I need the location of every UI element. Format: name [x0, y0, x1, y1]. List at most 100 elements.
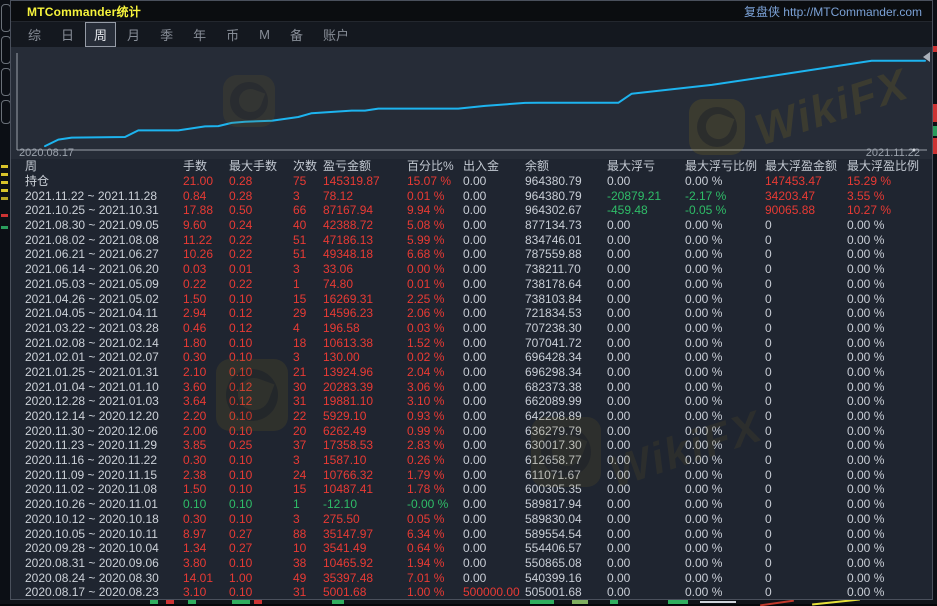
table-row[interactable]: 2021.04.05 ~ 2021.04.112.940.122914596.2… — [11, 306, 932, 321]
table-cell: 0.00 — [607, 453, 685, 468]
table-row[interactable]: 2020.12.14 ~ 2020.12.202.200.10225929.10… — [11, 409, 932, 424]
table-cell: 0 — [765, 541, 847, 556]
table-row[interactable]: 2020.11.02 ~ 2020.11.081.500.101510487.4… — [11, 482, 932, 497]
menu-tab-币[interactable]: 币 — [217, 22, 248, 47]
table-row[interactable]: 2020.11.09 ~ 2020.11.152.380.102410766.3… — [11, 468, 932, 483]
table-cell: 145319.87 — [323, 174, 407, 189]
table-cell: 0.22 — [229, 277, 293, 292]
table-row[interactable]: 2021.10.25 ~ 2021.10.3117.880.506687167.… — [11, 203, 932, 218]
table-row[interactable]: 2021.05.03 ~ 2021.05.090.220.22174.800.0… — [11, 277, 932, 292]
table-cell: 75 — [293, 174, 323, 189]
table-cell: 0.00 % — [847, 218, 932, 233]
table-cell: 0.00 % — [685, 527, 765, 542]
table-cell: 0 — [765, 306, 847, 321]
table-cell: 0.00 % — [685, 218, 765, 233]
table-header-row: 周手数最大手数次数盈亏金额百分比%出入金余额最大浮亏最大浮亏比例最大浮盈金额最大… — [11, 159, 932, 174]
table-cell: 0.00 % — [685, 541, 765, 556]
table-row[interactable]: 持仓21.000.2875145319.8715.07 %0.00964380.… — [11, 174, 932, 189]
table-row[interactable]: 2021.08.02 ~ 2021.08.0811.220.225147186.… — [11, 233, 932, 248]
table-cell: 51 — [293, 233, 323, 248]
table-cell: 1.34 — [183, 541, 229, 556]
row-period: 2021.01.04 ~ 2021.01.10 — [25, 380, 183, 395]
table-row[interactable]: 2021.08.30 ~ 2021.09.059.600.244042388.7… — [11, 218, 932, 233]
table-row[interactable]: 2021.11.22 ~ 2021.11.280.840.28378.120.0… — [11, 189, 932, 204]
table-cell: 3.85 — [183, 438, 229, 453]
table-cell: 0.00 — [607, 292, 685, 307]
table-cell: 0.00 % — [685, 424, 765, 439]
background-artifact — [572, 600, 588, 604]
row-period: 2021.03.22 ~ 2021.03.28 — [25, 321, 183, 336]
table-row[interactable]: 2020.08.24 ~ 2020.08.3014.011.004935397.… — [11, 571, 932, 586]
table-cell: 0.00 % — [685, 468, 765, 483]
table-cell: 0.00 — [463, 380, 525, 395]
table-cell: 0.27 — [229, 527, 293, 542]
table-row[interactable]: 2021.02.01 ~ 2021.02.070.300.103130.000.… — [11, 350, 932, 365]
table-cell: 2.94 — [183, 306, 229, 321]
table-row[interactable]: 2020.10.05 ~ 2020.10.118.970.278835147.9… — [11, 527, 932, 542]
table-cell: 1.94 % — [407, 556, 463, 571]
table-row[interactable]: 2021.06.21 ~ 2021.06.2710.260.225149348.… — [11, 247, 932, 262]
table-cell: 1.50 — [183, 482, 229, 497]
menu-tab-季[interactable]: 季 — [151, 22, 182, 47]
table-row[interactable]: 2020.10.26 ~ 2020.11.010.100.101-12.10-0… — [11, 497, 932, 512]
table-cell: 0.00 — [607, 174, 685, 189]
table-row[interactable]: 2020.11.30 ~ 2020.12.062.000.10206262.49… — [11, 424, 932, 439]
table-cell: 9.94 % — [407, 203, 463, 218]
table-cell: 5.08 % — [407, 218, 463, 233]
table-cell: 5.99 % — [407, 233, 463, 248]
table-row[interactable]: 2020.12.28 ~ 2021.01.033.640.123119881.1… — [11, 394, 932, 409]
background-artifact — [1, 214, 8, 217]
table-cell: 2.20 — [183, 409, 229, 424]
menu-tab-备[interactable]: 备 — [281, 22, 312, 47]
menu-tab-M[interactable]: M — [250, 24, 279, 45]
menu-tab-年[interactable]: 年 — [184, 22, 215, 47]
table-row[interactable]: 2021.01.04 ~ 2021.01.103.600.123020283.3… — [11, 380, 932, 395]
table-cell: 0.00 — [463, 482, 525, 497]
table-cell: 0.00 — [607, 497, 685, 512]
table-row[interactable]: 2020.11.16 ~ 2020.11.220.300.1031587.100… — [11, 453, 932, 468]
menu-tab-月[interactable]: 月 — [118, 22, 149, 47]
menu-tab-综[interactable]: 综 — [19, 22, 50, 47]
table-cell: 0.03 % — [407, 321, 463, 336]
table-cell: 0.00 — [463, 203, 525, 218]
table-row[interactable]: 2020.11.23 ~ 2020.11.293.850.253717358.5… — [11, 438, 932, 453]
background-artifact — [1, 189, 8, 192]
table-cell: 21.00 — [183, 174, 229, 189]
table-cell: 0 — [765, 262, 847, 277]
table-cell: 6262.49 — [323, 424, 407, 439]
table-cell: 0.00 % — [685, 571, 765, 586]
table-row[interactable]: 2021.06.14 ~ 2021.06.200.030.01333.060.0… — [11, 262, 932, 277]
menu-tab-日[interactable]: 日 — [52, 22, 83, 47]
table-row[interactable]: 2021.01.25 ~ 2021.01.312.100.102113924.9… — [11, 365, 932, 380]
table-row[interactable]: 2021.03.22 ~ 2021.03.280.460.124196.580.… — [11, 321, 932, 336]
chart-scroll-arrow[interactable] — [923, 52, 930, 62]
table-cell: 31 — [293, 585, 323, 599]
table-row[interactable]: 2020.08.17 ~ 2020.08.233.100.10315001.68… — [11, 585, 932, 599]
brand-link[interactable]: 复盘侠 http://MTCommander.com — [744, 3, 922, 20]
menu-tab-周[interactable]: 周 — [85, 22, 116, 47]
equity-curve-svg — [11, 47, 932, 159]
table-row[interactable]: 2021.02.08 ~ 2021.02.141.800.101810613.3… — [11, 336, 932, 351]
column-header: 最大浮盈比例 — [847, 159, 932, 174]
table-cell: 0.00 — [463, 277, 525, 292]
table-cell: 0.00 — [607, 350, 685, 365]
table-cell: 0.00 % — [847, 292, 932, 307]
row-period: 2020.12.14 ~ 2020.12.20 — [25, 409, 183, 424]
table-row[interactable]: 2020.08.31 ~ 2020.09.063.800.103810465.9… — [11, 556, 932, 571]
table-cell: 964380.79 — [525, 189, 607, 204]
table-row[interactable]: 2020.09.28 ~ 2020.10.041.340.27103541.49… — [11, 541, 932, 556]
menu-tab-账户[interactable]: 账户 — [314, 22, 358, 47]
table-cell: 15 — [293, 292, 323, 307]
table-cell: 0.00 % — [407, 262, 463, 277]
table-cell: 1 — [293, 277, 323, 292]
table-row[interactable]: 2021.04.26 ~ 2021.05.021.500.101516269.3… — [11, 292, 932, 307]
table-cell: 0.00 — [607, 306, 685, 321]
table-cell: 0.00 % — [685, 482, 765, 497]
table-cell: 15.29 % — [847, 174, 932, 189]
table-cell: 0.00 — [607, 585, 685, 599]
table-cell: 51 — [293, 247, 323, 262]
table-cell: 6.34 % — [407, 527, 463, 542]
table-row[interactable]: 2020.10.12 ~ 2020.10.180.300.103275.500.… — [11, 512, 932, 527]
row-period: 2021.04.26 ~ 2021.05.02 — [25, 292, 183, 307]
background-artifact — [1, 165, 8, 168]
